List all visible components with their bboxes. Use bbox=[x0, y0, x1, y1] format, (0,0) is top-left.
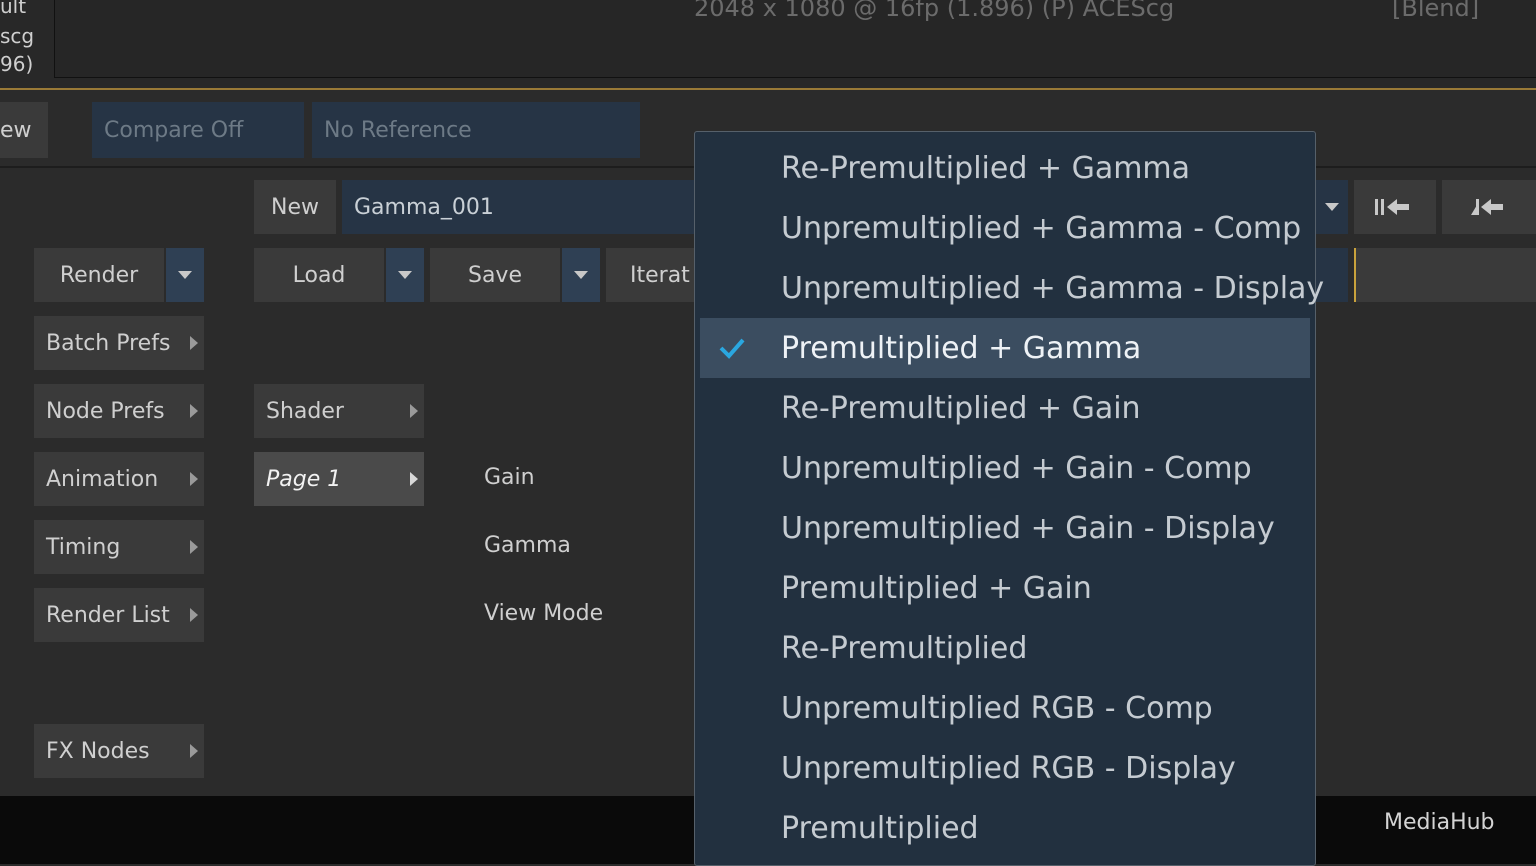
node-prefs-label: Node Prefs bbox=[46, 398, 165, 424]
view-mode-dropdown-menu: Re-Premultiplied + Gamma Unpremultiplied… bbox=[694, 131, 1324, 866]
menu-item-re-premultiplied[interactable]: Re-Premultiplied bbox=[700, 618, 1310, 678]
node-name-field[interactable]: Gamma_001 bbox=[342, 180, 702, 234]
animation-button[interactable]: Animation bbox=[34, 452, 204, 506]
chevron-down-icon bbox=[398, 271, 412, 279]
node-name-value: Gamma_001 bbox=[354, 194, 494, 220]
blend-label: [Blend] bbox=[1392, 0, 1480, 22]
step-back-icon bbox=[1471, 199, 1503, 215]
view-mode-label: View Mode bbox=[484, 601, 604, 626]
menu-item-premultiplied-gamma[interactable]: Premultiplied + Gamma bbox=[700, 318, 1310, 378]
menu-item-label: Unpremultiplied + Gain - Display bbox=[781, 510, 1275, 546]
menu-item-label: Re-Premultiplied + Gain bbox=[781, 390, 1141, 426]
go-to-start-button[interactable] bbox=[1354, 180, 1436, 234]
compare-dropdown-label: Compare Off bbox=[104, 117, 244, 143]
viewer-info-line-1: ult bbox=[0, 0, 27, 18]
node-prefs-button[interactable]: Node Prefs bbox=[34, 384, 204, 438]
skip-to-start-icon bbox=[1375, 199, 1409, 215]
save-button-label: Save bbox=[467, 262, 522, 288]
chevron-right-icon bbox=[190, 608, 198, 622]
render-list-button[interactable]: Render List bbox=[34, 588, 204, 642]
render-button-label: Render bbox=[59, 262, 139, 288]
chevron-right-icon bbox=[190, 336, 198, 350]
load-options-arrow[interactable] bbox=[386, 248, 424, 302]
menu-item-label: Premultiplied + Gamma bbox=[781, 330, 1142, 366]
chevron-right-icon bbox=[410, 404, 418, 418]
chevron-right-icon bbox=[410, 472, 418, 486]
menu-item-premultiplied-gain[interactable]: Premultiplied + Gain bbox=[700, 558, 1310, 618]
menu-item-label: Unpremultiplied RGB - Comp bbox=[781, 690, 1213, 726]
chevron-down-icon bbox=[1325, 203, 1339, 211]
batch-prefs-label: Batch Prefs bbox=[46, 330, 171, 356]
gain-label: Gain bbox=[484, 465, 535, 490]
chevron-right-icon bbox=[190, 472, 198, 486]
timing-button[interactable]: Timing bbox=[34, 520, 204, 574]
batch-prefs-button[interactable]: Batch Prefs bbox=[34, 316, 204, 370]
menu-item-unpremultiplied-rgb-display[interactable]: Unpremultiplied RGB - Display bbox=[700, 738, 1310, 798]
menu-item-label: Unpremultiplied + Gamma - Comp bbox=[781, 210, 1302, 246]
menu-item-unpremultiplied-gain-comp[interactable]: Unpremultiplied + Gain - Comp bbox=[700, 438, 1310, 498]
timing-label: Timing bbox=[46, 534, 121, 560]
tab-page-1[interactable]: Page 1 bbox=[254, 452, 424, 506]
load-button-label: Load bbox=[292, 262, 346, 288]
checkmark-icon bbox=[719, 338, 745, 359]
menu-item-label: Unpremultiplied RGB - Display bbox=[781, 750, 1236, 786]
animation-label: Animation bbox=[46, 466, 159, 492]
save-options-arrow[interactable] bbox=[562, 248, 600, 302]
chevron-right-icon bbox=[190, 540, 198, 554]
menu-item-unpremultiplied-gamma-comp[interactable]: Unpremultiplied + Gamma - Comp bbox=[700, 198, 1310, 258]
tab-page-1-label: Page 1 bbox=[266, 466, 342, 492]
view-button-label: ew bbox=[0, 117, 32, 143]
chevron-right-icon bbox=[190, 744, 198, 758]
menu-item-label: Re-Premultiplied + Gamma bbox=[781, 150, 1191, 186]
menu-item-label: Premultiplied + Gain bbox=[781, 570, 1092, 606]
menu-item-label: Re-Premultiplied bbox=[781, 630, 1028, 666]
reference-dropdown-label: No Reference bbox=[324, 117, 472, 143]
new-node-button[interactable]: New bbox=[254, 180, 336, 234]
menu-item-premultiplied[interactable]: Premultiplied bbox=[700, 798, 1310, 858]
menu-item-re-premultiplied-gamma[interactable]: Re-Premultiplied + Gamma bbox=[700, 138, 1310, 198]
menu-item-unpremultiplied-rgb-comp[interactable]: Unpremultiplied RGB - Comp bbox=[700, 678, 1310, 738]
viewer-info-line-2: scg bbox=[0, 24, 35, 48]
menu-item-re-premultiplied-gain[interactable]: Re-Premultiplied + Gain bbox=[700, 378, 1310, 438]
menu-item-label: Unpremultiplied + Gamma - Display bbox=[781, 270, 1325, 306]
render-list-label: Render List bbox=[46, 602, 170, 628]
render-options-arrow[interactable] bbox=[166, 248, 204, 302]
chevron-right-icon bbox=[190, 404, 198, 418]
timeline-field[interactable] bbox=[1354, 248, 1536, 302]
reference-dropdown[interactable]: No Reference bbox=[312, 102, 640, 158]
menu-item-unpremultiplied-gain-display[interactable]: Unpremultiplied + Gain - Display bbox=[700, 498, 1310, 558]
fx-nodes-label: FX Nodes bbox=[46, 738, 150, 764]
viewer-info-line-3: 96) bbox=[0, 52, 34, 76]
chevron-down-icon bbox=[574, 271, 588, 279]
step-back-button[interactable] bbox=[1442, 180, 1536, 234]
new-node-label: New bbox=[271, 194, 319, 220]
chevron-down-icon bbox=[178, 271, 192, 279]
node-name-dropdown-arrow[interactable] bbox=[1316, 180, 1348, 234]
menu-item-label: Premultiplied bbox=[781, 810, 979, 846]
load-button[interactable]: Load bbox=[254, 248, 384, 302]
app-name: MediaHub bbox=[1384, 810, 1495, 835]
tab-shader-label: Shader bbox=[266, 398, 344, 424]
fx-nodes-button[interactable]: FX Nodes bbox=[34, 724, 204, 778]
menu-item-unpremultiplied-gamma-display[interactable]: Unpremultiplied + Gamma - Display bbox=[700, 258, 1324, 318]
iterate-button-label: Iterat bbox=[630, 262, 690, 288]
resolution-info: 2048 x 1080 @ 16fp (1.896) (P) ACEScg bbox=[694, 0, 1175, 22]
render-button[interactable]: Render bbox=[34, 248, 164, 302]
gamma-label: Gamma bbox=[484, 533, 571, 558]
view-button[interactable]: ew bbox=[0, 102, 48, 158]
tab-shader[interactable]: Shader bbox=[254, 384, 424, 438]
menu-item-label: Unpremultiplied + Gain - Comp bbox=[781, 450, 1252, 486]
save-button[interactable]: Save bbox=[430, 248, 560, 302]
compare-dropdown[interactable]: Compare Off bbox=[92, 102, 304, 158]
